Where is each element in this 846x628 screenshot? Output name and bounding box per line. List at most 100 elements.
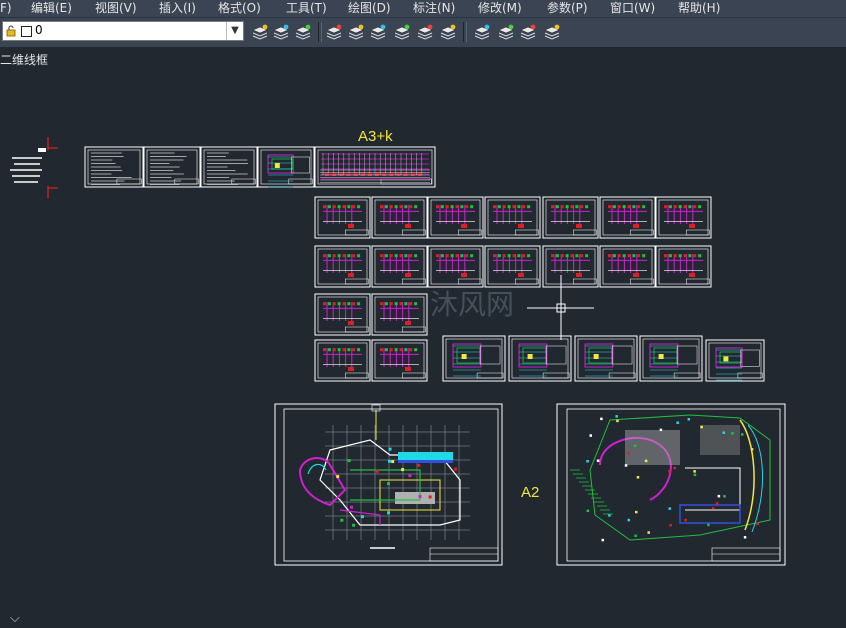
menu-tools[interactable]: 工具(T) (286, 1, 327, 16)
device-mark (693, 473, 697, 477)
building-outline (679, 504, 741, 524)
device-mark (551, 254, 554, 258)
title-block (116, 178, 142, 185)
layer-lock-icon[interactable] (438, 22, 458, 42)
layer-isolate-icon[interactable] (346, 22, 366, 42)
layer-merge-icon[interactable] (496, 22, 516, 42)
drawing-sheet[interactable] (484, 245, 541, 288)
device-mark (445, 254, 449, 258)
drawing-sheet[interactable] (542, 196, 599, 239)
title-block (231, 178, 256, 185)
menu-view[interactable]: 视图(V) (95, 1, 137, 16)
drawing-sheet[interactable] (371, 339, 428, 382)
title-mark (405, 224, 411, 228)
device-mark (522, 205, 526, 209)
device-mark (659, 428, 663, 432)
device-mark (723, 356, 729, 362)
legend-box (740, 349, 760, 367)
title-mark (518, 273, 524, 277)
drawing-canvas[interactable]: A3+k A2 沐风网 (0, 46, 846, 628)
drawing-sheet[interactable] (599, 245, 656, 288)
device-mark (465, 254, 469, 258)
menu-format[interactable]: 格式(O) (218, 1, 261, 16)
device-mark (740, 433, 744, 436)
drawing-sheet[interactable] (427, 245, 484, 288)
menu-parameters[interactable]: 参数(P) (547, 1, 588, 16)
drawing-sheet[interactable] (574, 335, 638, 382)
device-mark (698, 254, 702, 258)
device-mark (357, 302, 361, 306)
device-mark (723, 495, 726, 498)
device-mark (391, 460, 395, 464)
drawing-sheet[interactable] (542, 245, 599, 288)
layer-lock-fade-icon[interactable] (542, 22, 562, 42)
device-mark (711, 507, 715, 510)
device-mark (527, 254, 531, 258)
menu-draw[interactable]: 绘图(D) (348, 1, 391, 16)
drawing-sheet[interactable] (371, 293, 428, 336)
title-mark (348, 273, 354, 277)
schedule-mark (417, 173, 422, 176)
title-mark (461, 273, 467, 277)
layer-unisolate-icon[interactable] (368, 22, 388, 42)
device-mark (349, 505, 353, 509)
drawing-sheet[interactable] (314, 245, 371, 288)
drawing-sheet[interactable] (314, 339, 371, 382)
drawing-sheet[interactable] (639, 335, 703, 382)
menu-edit[interactable]: 编辑(E) (31, 1, 72, 16)
device-mark (347, 459, 351, 463)
layer-walk-icon[interactable] (472, 22, 492, 42)
layer-state-icon[interactable] (271, 22, 291, 42)
title-mark (461, 224, 467, 228)
device-mark (450, 254, 454, 258)
menu-file[interactable]: F) (0, 1, 12, 16)
drawing-sheet[interactable] (655, 245, 712, 288)
device-mark (664, 205, 667, 209)
device-mark (389, 205, 393, 209)
layer-delete-icon[interactable] (518, 22, 538, 42)
device-mark (436, 205, 439, 209)
drawing-sheet[interactable] (508, 335, 572, 382)
drawing-sheet[interactable] (371, 245, 428, 288)
menu-help[interactable]: 帮助(H) (678, 1, 720, 16)
drawing-sheet[interactable] (314, 196, 371, 239)
layer-off-icon[interactable] (392, 22, 412, 42)
device-mark (327, 254, 331, 258)
layer-match-icon[interactable] (324, 22, 344, 42)
menu-dimension[interactable]: 标注(N) (413, 1, 455, 16)
device-mark (323, 302, 326, 306)
device-mark (517, 205, 521, 209)
menu-modify[interactable]: 修改(M) (478, 1, 522, 16)
device-mark (347, 254, 351, 258)
device-mark (404, 348, 408, 352)
device-mark (461, 354, 467, 359)
a2-title-block (711, 547, 781, 562)
drawing-sheet[interactable] (442, 335, 506, 382)
menu-insert[interactable]: 插入(I) (159, 1, 196, 16)
device-mark (414, 302, 418, 306)
drawing-sheet[interactable] (655, 196, 712, 239)
device-mark (497, 254, 501, 258)
chevron-down-icon[interactable]: ▼ (226, 22, 243, 40)
drawing-sheet[interactable] (427, 196, 484, 239)
device-mark (380, 348, 383, 352)
drawing-sheet[interactable] (705, 339, 765, 382)
title-block (402, 229, 426, 236)
device-mark (632, 205, 636, 209)
device-mark (570, 254, 574, 258)
layer-manager-icon[interactable] (250, 22, 270, 42)
layer-dropdown[interactable]: 0 ▼ (2, 21, 244, 41)
drawing-sheet[interactable] (371, 196, 428, 239)
device-mark (342, 302, 346, 306)
menu-window[interactable]: 窗口(W) (610, 1, 655, 16)
device-mark (384, 254, 388, 258)
drawing-sheet[interactable] (314, 293, 371, 336)
layer-previous-icon[interactable] (293, 22, 313, 42)
legend-box (479, 345, 501, 365)
device-mark (565, 205, 569, 209)
drawing-sheet[interactable] (484, 196, 541, 239)
layer-freeze-icon[interactable] (415, 22, 435, 42)
title-block (345, 326, 369, 333)
device-mark (497, 205, 501, 209)
drawing-sheet[interactable] (599, 196, 656, 239)
